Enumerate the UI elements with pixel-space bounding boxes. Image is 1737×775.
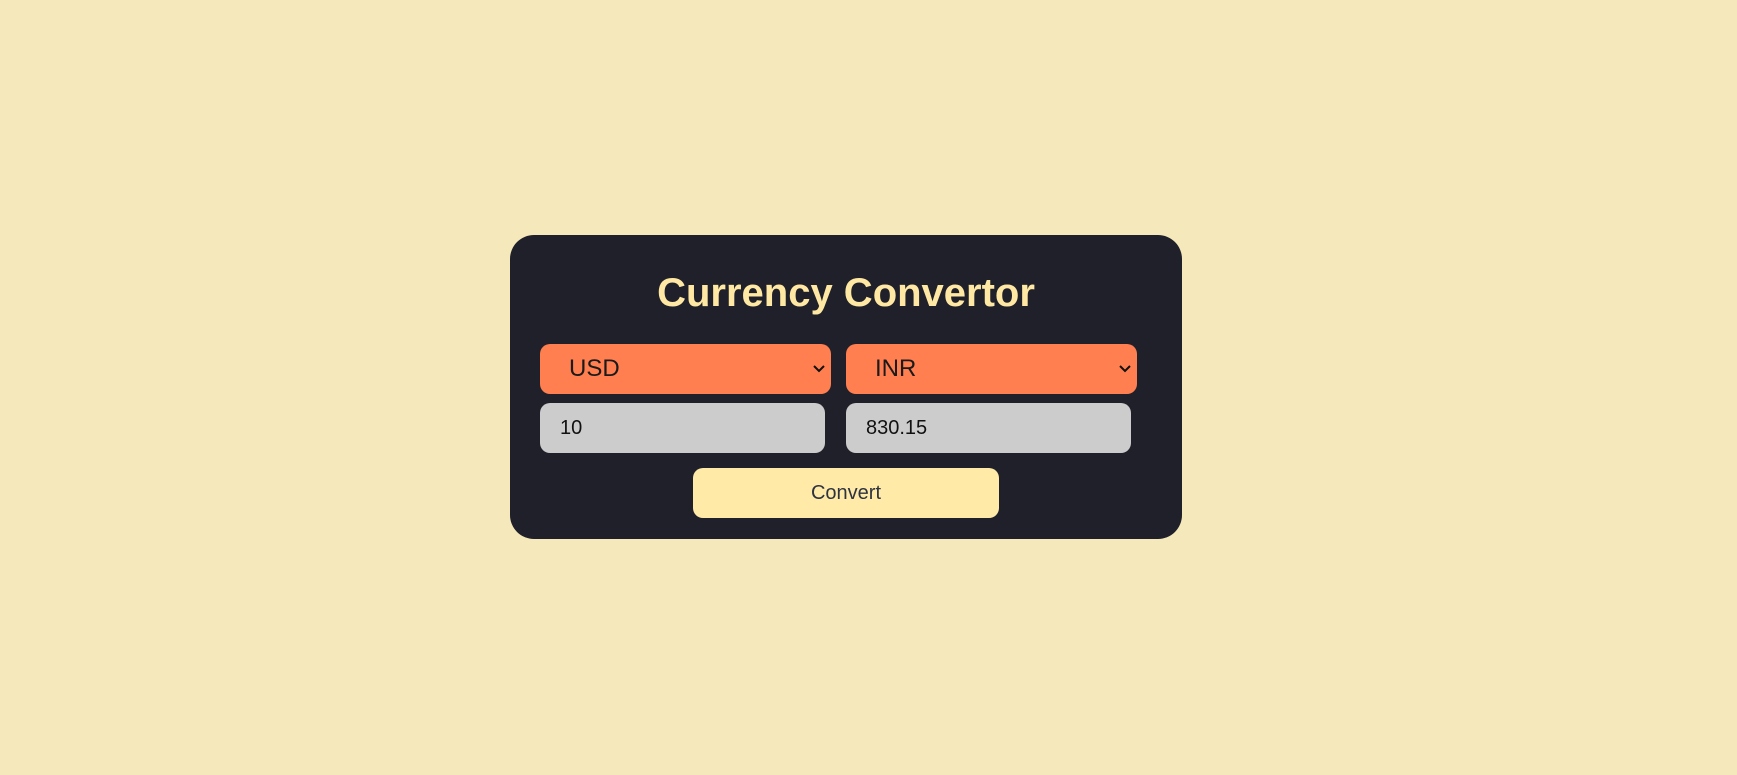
page-title: Currency Convertor [657,271,1035,315]
to-currency-value: INR [875,355,917,382]
from-currency-value: USD [569,355,620,382]
from-amount-input[interactable]: 10 [540,403,825,453]
convert-button[interactable]: Convert [693,468,999,518]
from-currency-select[interactable]: USD [540,344,831,394]
to-amount-input[interactable]: 830.15 [846,403,1131,453]
chevron-down-icon [1118,362,1132,376]
convert-button-label: Convert [810,481,882,504]
to-currency-select[interactable]: INR [846,344,1137,394]
chevron-down-icon [812,362,826,376]
to-amount-value: 830.15 [866,416,928,439]
from-amount-value: 10 [560,416,583,439]
converter-card: Currency Convertor USD INR 10 830.15 Con… [510,235,1182,539]
